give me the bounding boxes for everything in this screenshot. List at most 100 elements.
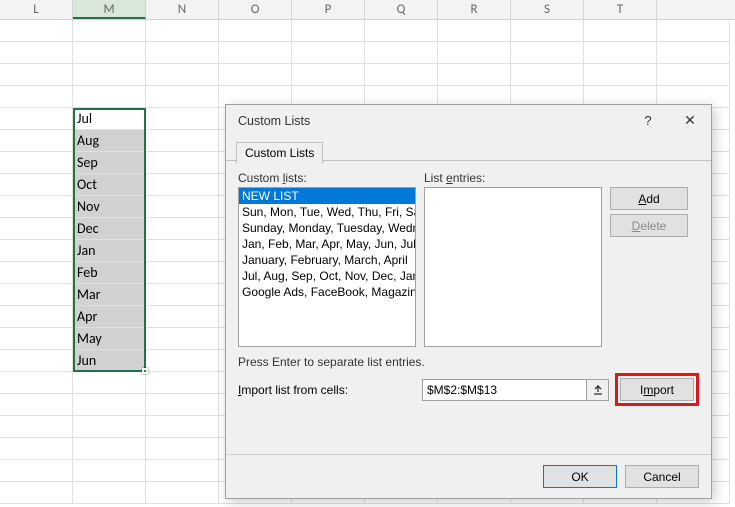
cell[interactable]: [146, 372, 219, 394]
cell[interactable]: [146, 284, 219, 306]
cell[interactable]: [146, 218, 219, 240]
collapse-dialog-icon[interactable]: [586, 380, 608, 400]
cell[interactable]: [0, 86, 73, 108]
cell[interactable]: [292, 42, 365, 64]
cell[interactable]: Feb: [73, 262, 146, 284]
cell[interactable]: [146, 394, 219, 416]
cell[interactable]: [219, 20, 292, 42]
cell[interactable]: Apr: [73, 306, 146, 328]
help-button[interactable]: ?: [627, 105, 669, 135]
cell[interactable]: [146, 306, 219, 328]
cell[interactable]: [146, 108, 219, 130]
cell[interactable]: [584, 20, 657, 42]
cell[interactable]: [0, 240, 73, 262]
cell[interactable]: [657, 64, 730, 86]
column-header[interactable]: Q: [365, 0, 438, 19]
list-item[interactable]: Google Ads, FaceBook, Magazines: [239, 284, 415, 300]
cell[interactable]: [0, 174, 73, 196]
list-item[interactable]: January, February, March, April: [239, 252, 415, 268]
cell[interactable]: [146, 350, 219, 372]
cell[interactable]: [0, 328, 73, 350]
cell[interactable]: [0, 284, 73, 306]
cell[interactable]: [73, 86, 146, 108]
cell[interactable]: [584, 64, 657, 86]
cell[interactable]: [146, 438, 219, 460]
cell[interactable]: [584, 42, 657, 64]
cell[interactable]: [511, 42, 584, 64]
cell[interactable]: [438, 20, 511, 42]
cell[interactable]: [146, 20, 219, 42]
cell[interactable]: [292, 64, 365, 86]
cell[interactable]: [146, 174, 219, 196]
cell[interactable]: [146, 64, 219, 86]
cell[interactable]: [511, 20, 584, 42]
custom-lists-listbox[interactable]: NEW LISTSun, Mon, Tue, Wed, Thu, Fri, Sa…: [238, 187, 416, 347]
fill-handle[interactable]: [142, 368, 148, 374]
cell[interactable]: Oct: [73, 174, 146, 196]
cell[interactable]: [146, 42, 219, 64]
cell[interactable]: [438, 42, 511, 64]
ok-button[interactable]: OK: [543, 465, 617, 488]
cell[interactable]: [73, 372, 146, 394]
cell[interactable]: [0, 64, 73, 86]
cell[interactable]: [219, 42, 292, 64]
cell[interactable]: [146, 196, 219, 218]
cell[interactable]: [146, 152, 219, 174]
range-input[interactable]: [423, 380, 586, 400]
cell[interactable]: [0, 372, 73, 394]
cell[interactable]: [219, 64, 292, 86]
cell[interactable]: [0, 20, 73, 42]
column-header[interactable]: T: [584, 0, 657, 19]
import-button[interactable]: Import: [620, 378, 694, 401]
cell[interactable]: Jun: [73, 350, 146, 372]
column-header[interactable]: O: [219, 0, 292, 19]
cancel-button[interactable]: Cancel: [625, 465, 699, 488]
column-header[interactable]: P: [292, 0, 365, 19]
cell[interactable]: Jan: [73, 240, 146, 262]
cell[interactable]: [365, 64, 438, 86]
cell[interactable]: [146, 460, 219, 482]
cell[interactable]: [73, 42, 146, 64]
cell[interactable]: [0, 482, 73, 504]
cell[interactable]: [511, 64, 584, 86]
cell[interactable]: Nov: [73, 196, 146, 218]
cell[interactable]: [146, 262, 219, 284]
cell[interactable]: [73, 394, 146, 416]
cell[interactable]: [73, 64, 146, 86]
cell[interactable]: [0, 152, 73, 174]
cell[interactable]: [365, 42, 438, 64]
column-header[interactable]: R: [438, 0, 511, 19]
cell[interactable]: [73, 460, 146, 482]
column-header[interactable]: M: [73, 0, 146, 19]
cell[interactable]: May: [73, 328, 146, 350]
list-item[interactable]: NEW LIST: [239, 188, 415, 204]
cell[interactable]: [0, 196, 73, 218]
cell[interactable]: [0, 218, 73, 240]
cell[interactable]: [73, 438, 146, 460]
cell[interactable]: [292, 20, 365, 42]
cell[interactable]: [146, 328, 219, 350]
list-entries-textarea[interactable]: [424, 187, 602, 347]
add-button[interactable]: Add: [610, 187, 688, 210]
cell[interactable]: [146, 130, 219, 152]
close-button[interactable]: ✕: [669, 105, 711, 135]
cell[interactable]: [146, 240, 219, 262]
list-item[interactable]: Sun, Mon, Tue, Wed, Thu, Fri, Sat: [239, 204, 415, 220]
cell[interactable]: [0, 460, 73, 482]
column-header[interactable]: N: [146, 0, 219, 19]
cell[interactable]: [0, 108, 73, 130]
cell[interactable]: [0, 416, 73, 438]
cell[interactable]: [657, 42, 730, 64]
cell[interactable]: [365, 20, 438, 42]
list-item[interactable]: Jan, Feb, Mar, Apr, May, Jun, Jul: [239, 236, 415, 252]
cell[interactable]: Sep: [73, 152, 146, 174]
list-item[interactable]: Jul, Aug, Sep, Oct, Nov, Dec, Jan: [239, 268, 415, 284]
list-item[interactable]: Sunday, Monday, Tuesday, Wednesday: [239, 220, 415, 236]
cell[interactable]: [146, 86, 219, 108]
cell[interactable]: Mar: [73, 284, 146, 306]
cell[interactable]: [0, 306, 73, 328]
column-header[interactable]: S: [511, 0, 584, 19]
cell[interactable]: [0, 350, 73, 372]
cell[interactable]: [0, 438, 73, 460]
cell[interactable]: Dec: [73, 218, 146, 240]
